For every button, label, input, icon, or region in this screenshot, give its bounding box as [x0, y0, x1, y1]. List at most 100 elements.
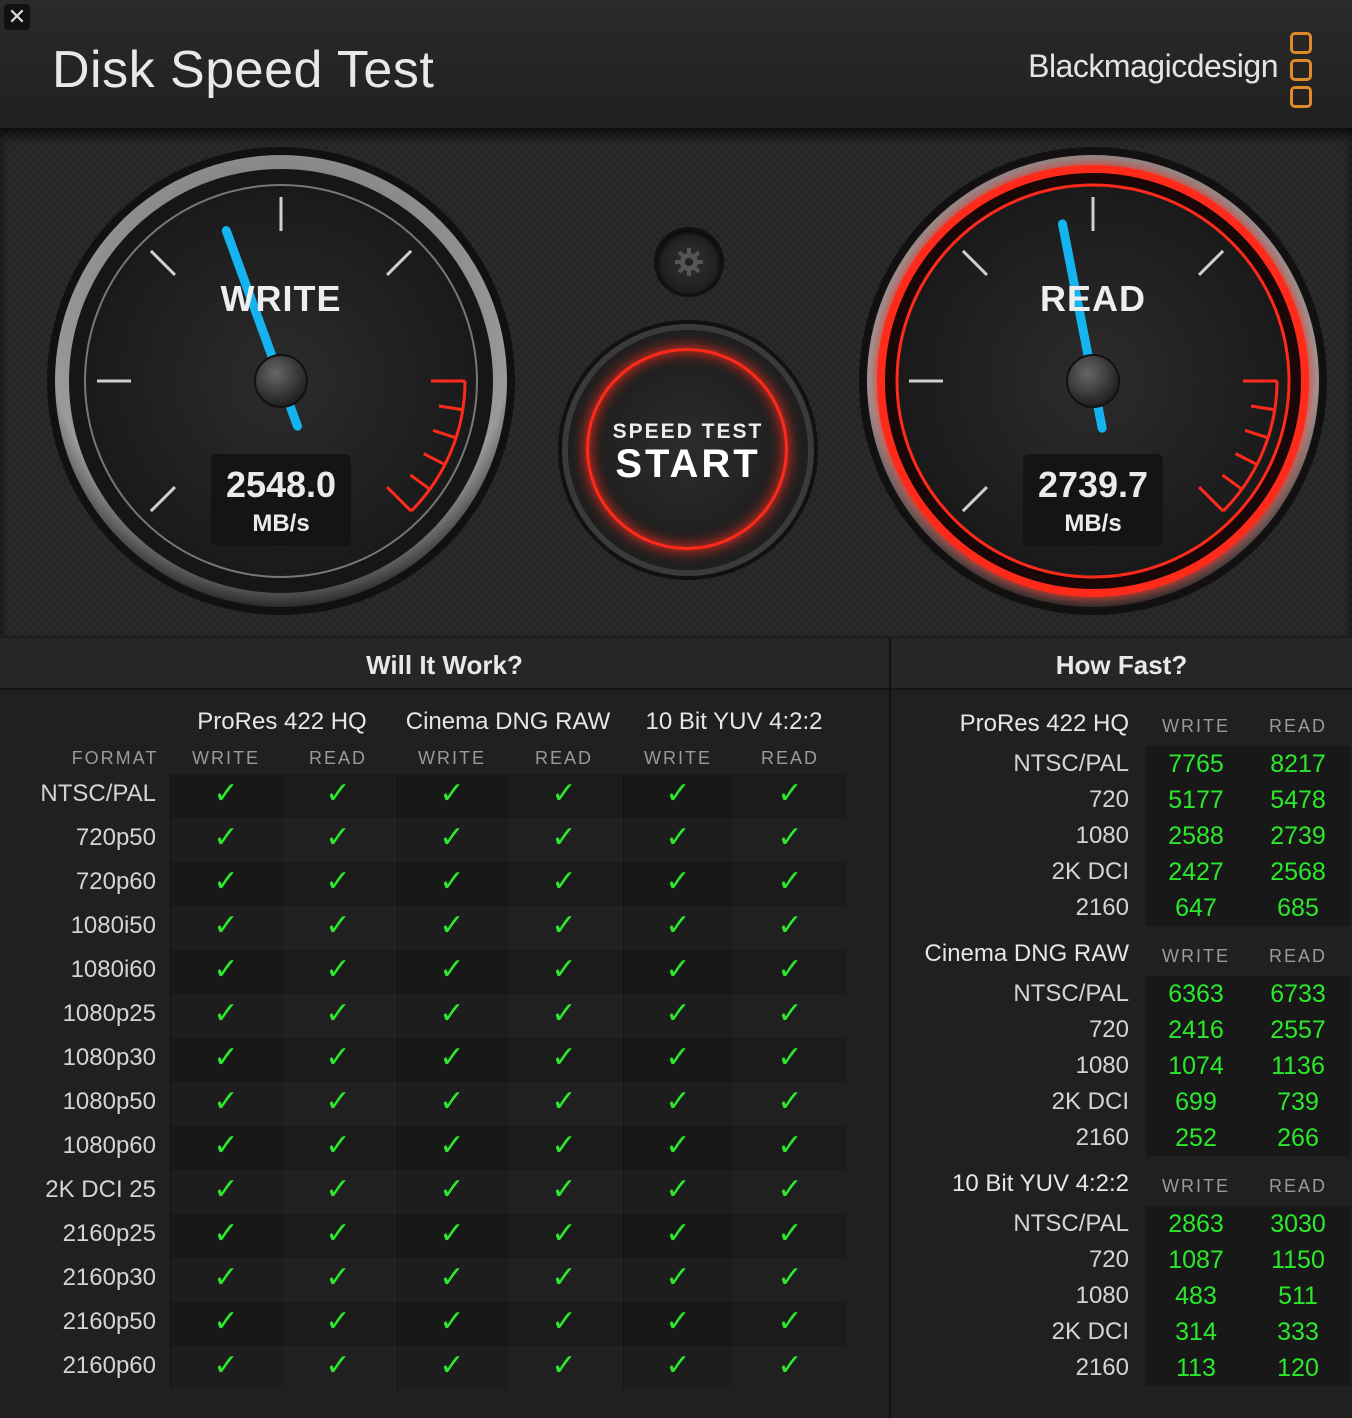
- check-icon: ✓: [551, 1261, 577, 1294]
- header-bar: ✕ Disk Speed Test Blackmagicdesign: [0, 0, 1352, 130]
- check-icon: ✓: [439, 1349, 465, 1382]
- write-speed-value: 647: [1175, 894, 1217, 922]
- check-icon: ✓: [439, 1129, 465, 1162]
- read-speed-value: 266: [1277, 1124, 1319, 1152]
- how-fast-row-label: 2K DCI: [1051, 1318, 1129, 1345]
- check-icon: ✓: [777, 1129, 803, 1162]
- write-column-header: WRITE: [1162, 1176, 1230, 1196]
- how-fast-row-label: 2160: [1075, 1354, 1129, 1381]
- format-label: 720p50: [75, 824, 156, 851]
- check-icon: ✓: [777, 1085, 803, 1118]
- check-icon: ✓: [439, 909, 465, 942]
- settings-button[interactable]: [657, 230, 721, 294]
- check-icon: ✓: [551, 953, 577, 986]
- format-label: 2160p60: [62, 1352, 156, 1379]
- write-speed-value: 2427: [1168, 858, 1224, 886]
- check-icon: ✓: [551, 1217, 577, 1250]
- read-speed-value: 3030: [1270, 1210, 1326, 1238]
- check-icon: ✓: [551, 1349, 577, 1382]
- check-icon: ✓: [325, 1305, 351, 1338]
- read-speed-value: 2739: [1270, 822, 1326, 850]
- check-icon: ✓: [551, 821, 577, 854]
- check-icon: ✓: [325, 821, 351, 854]
- codec-header: ProRes 422 HQ: [197, 708, 367, 735]
- format-label: 720p60: [75, 868, 156, 895]
- will-it-work-panel: Will It Work? ProRes 422 HQ Cinema DNG RA…: [0, 638, 889, 1418]
- codec-header: 10 Bit YUV 4:2:2: [645, 708, 823, 735]
- row-stripe: [170, 1258, 846, 1302]
- brand-logo-icon: [1290, 32, 1312, 113]
- write-speed-value: 5177: [1168, 786, 1224, 814]
- read-speed-value: 739: [1277, 1088, 1319, 1116]
- write-gauge-label: WRITE: [220, 278, 342, 319]
- close-icon[interactable]: ✕: [4, 4, 30, 30]
- check-icon: ✓: [777, 997, 803, 1030]
- app-title: Disk Speed Test: [52, 41, 435, 99]
- read-speed-value: 8217: [1270, 750, 1326, 778]
- row-stripe: [170, 906, 846, 950]
- check-icon: ✓: [551, 1129, 577, 1162]
- read-speed-value: 1150: [1271, 1246, 1325, 1274]
- how-fast-title: How Fast?: [891, 638, 1352, 690]
- read-speed-value: 120: [1277, 1354, 1319, 1382]
- check-icon: ✓: [325, 865, 351, 898]
- format-label: 1080i50: [70, 912, 156, 939]
- how-fast-row-label: 1080: [1075, 1052, 1129, 1079]
- read-speed-value: 2568: [1270, 858, 1326, 886]
- check-icon: ✓: [777, 1349, 803, 1382]
- check-icon: ✓: [665, 1129, 691, 1162]
- gear-icon: [675, 248, 703, 276]
- format-label: 1080p30: [62, 1044, 156, 1071]
- column-header: READ: [308, 748, 367, 768]
- write-speed-value: 699: [1175, 1088, 1217, 1116]
- check-icon: ✓: [439, 953, 465, 986]
- write-speed-value: 2416: [1168, 1016, 1224, 1044]
- row-stripe: [170, 818, 846, 862]
- check-icon: ✓: [777, 1261, 803, 1294]
- read-gauge-label: READ: [1039, 278, 1146, 319]
- check-icon: ✓: [439, 1261, 465, 1294]
- read-speed-value: 2557: [1270, 1016, 1326, 1044]
- check-icon: ✓: [777, 1041, 803, 1074]
- check-icon: ✓: [777, 953, 803, 986]
- how-fast-row-label: 720: [1088, 786, 1129, 813]
- check-icon: ✓: [213, 1349, 239, 1382]
- check-icon: ✓: [439, 865, 465, 898]
- check-icon: ✓: [213, 821, 239, 854]
- format-header: FORMAT: [71, 748, 159, 768]
- check-icon: ✓: [551, 1085, 577, 1118]
- will-it-work-title: Will It Work?: [0, 638, 889, 690]
- check-icon: ✓: [439, 821, 465, 854]
- check-icon: ✓: [213, 1041, 239, 1074]
- check-icon: ✓: [777, 1173, 803, 1206]
- check-icon: ✓: [213, 1217, 239, 1250]
- row-stripe: [170, 1082, 846, 1126]
- check-icon: ✓: [551, 909, 577, 942]
- how-fast-section-title: Cinema DNG RAW: [924, 940, 1129, 967]
- check-icon: ✓: [213, 1129, 239, 1162]
- check-icon: ✓: [777, 821, 803, 854]
- check-icon: ✓: [439, 1041, 465, 1074]
- check-icon: ✓: [665, 1041, 691, 1074]
- how-fast-row-label: 2160: [1075, 894, 1129, 921]
- write-speed-value: 483: [1175, 1282, 1217, 1310]
- check-icon: ✓: [665, 997, 691, 1030]
- check-icon: ✓: [325, 1173, 351, 1206]
- check-icon: ✓: [439, 777, 465, 810]
- check-icon: ✓: [439, 1305, 465, 1338]
- start-button-label: START: [615, 442, 761, 486]
- write-speed-value: 1087: [1168, 1246, 1224, 1274]
- format-label: NTSC/PAL: [40, 780, 156, 807]
- format-label: 2K DCI 25: [45, 1176, 156, 1203]
- write-speed-value: 314: [1175, 1318, 1217, 1346]
- write-unit: MB/s: [252, 510, 310, 537]
- check-icon: ✓: [777, 777, 803, 810]
- check-icon: ✓: [325, 953, 351, 986]
- check-icon: ✓: [213, 1085, 239, 1118]
- start-button[interactable]: SPEED TEST START: [568, 330, 808, 570]
- check-icon: ✓: [213, 1261, 239, 1294]
- codec-header: Cinema DNG RAW: [405, 708, 611, 735]
- check-icon: ✓: [551, 1173, 577, 1206]
- check-icon: ✓: [777, 865, 803, 898]
- check-icon: ✓: [213, 865, 239, 898]
